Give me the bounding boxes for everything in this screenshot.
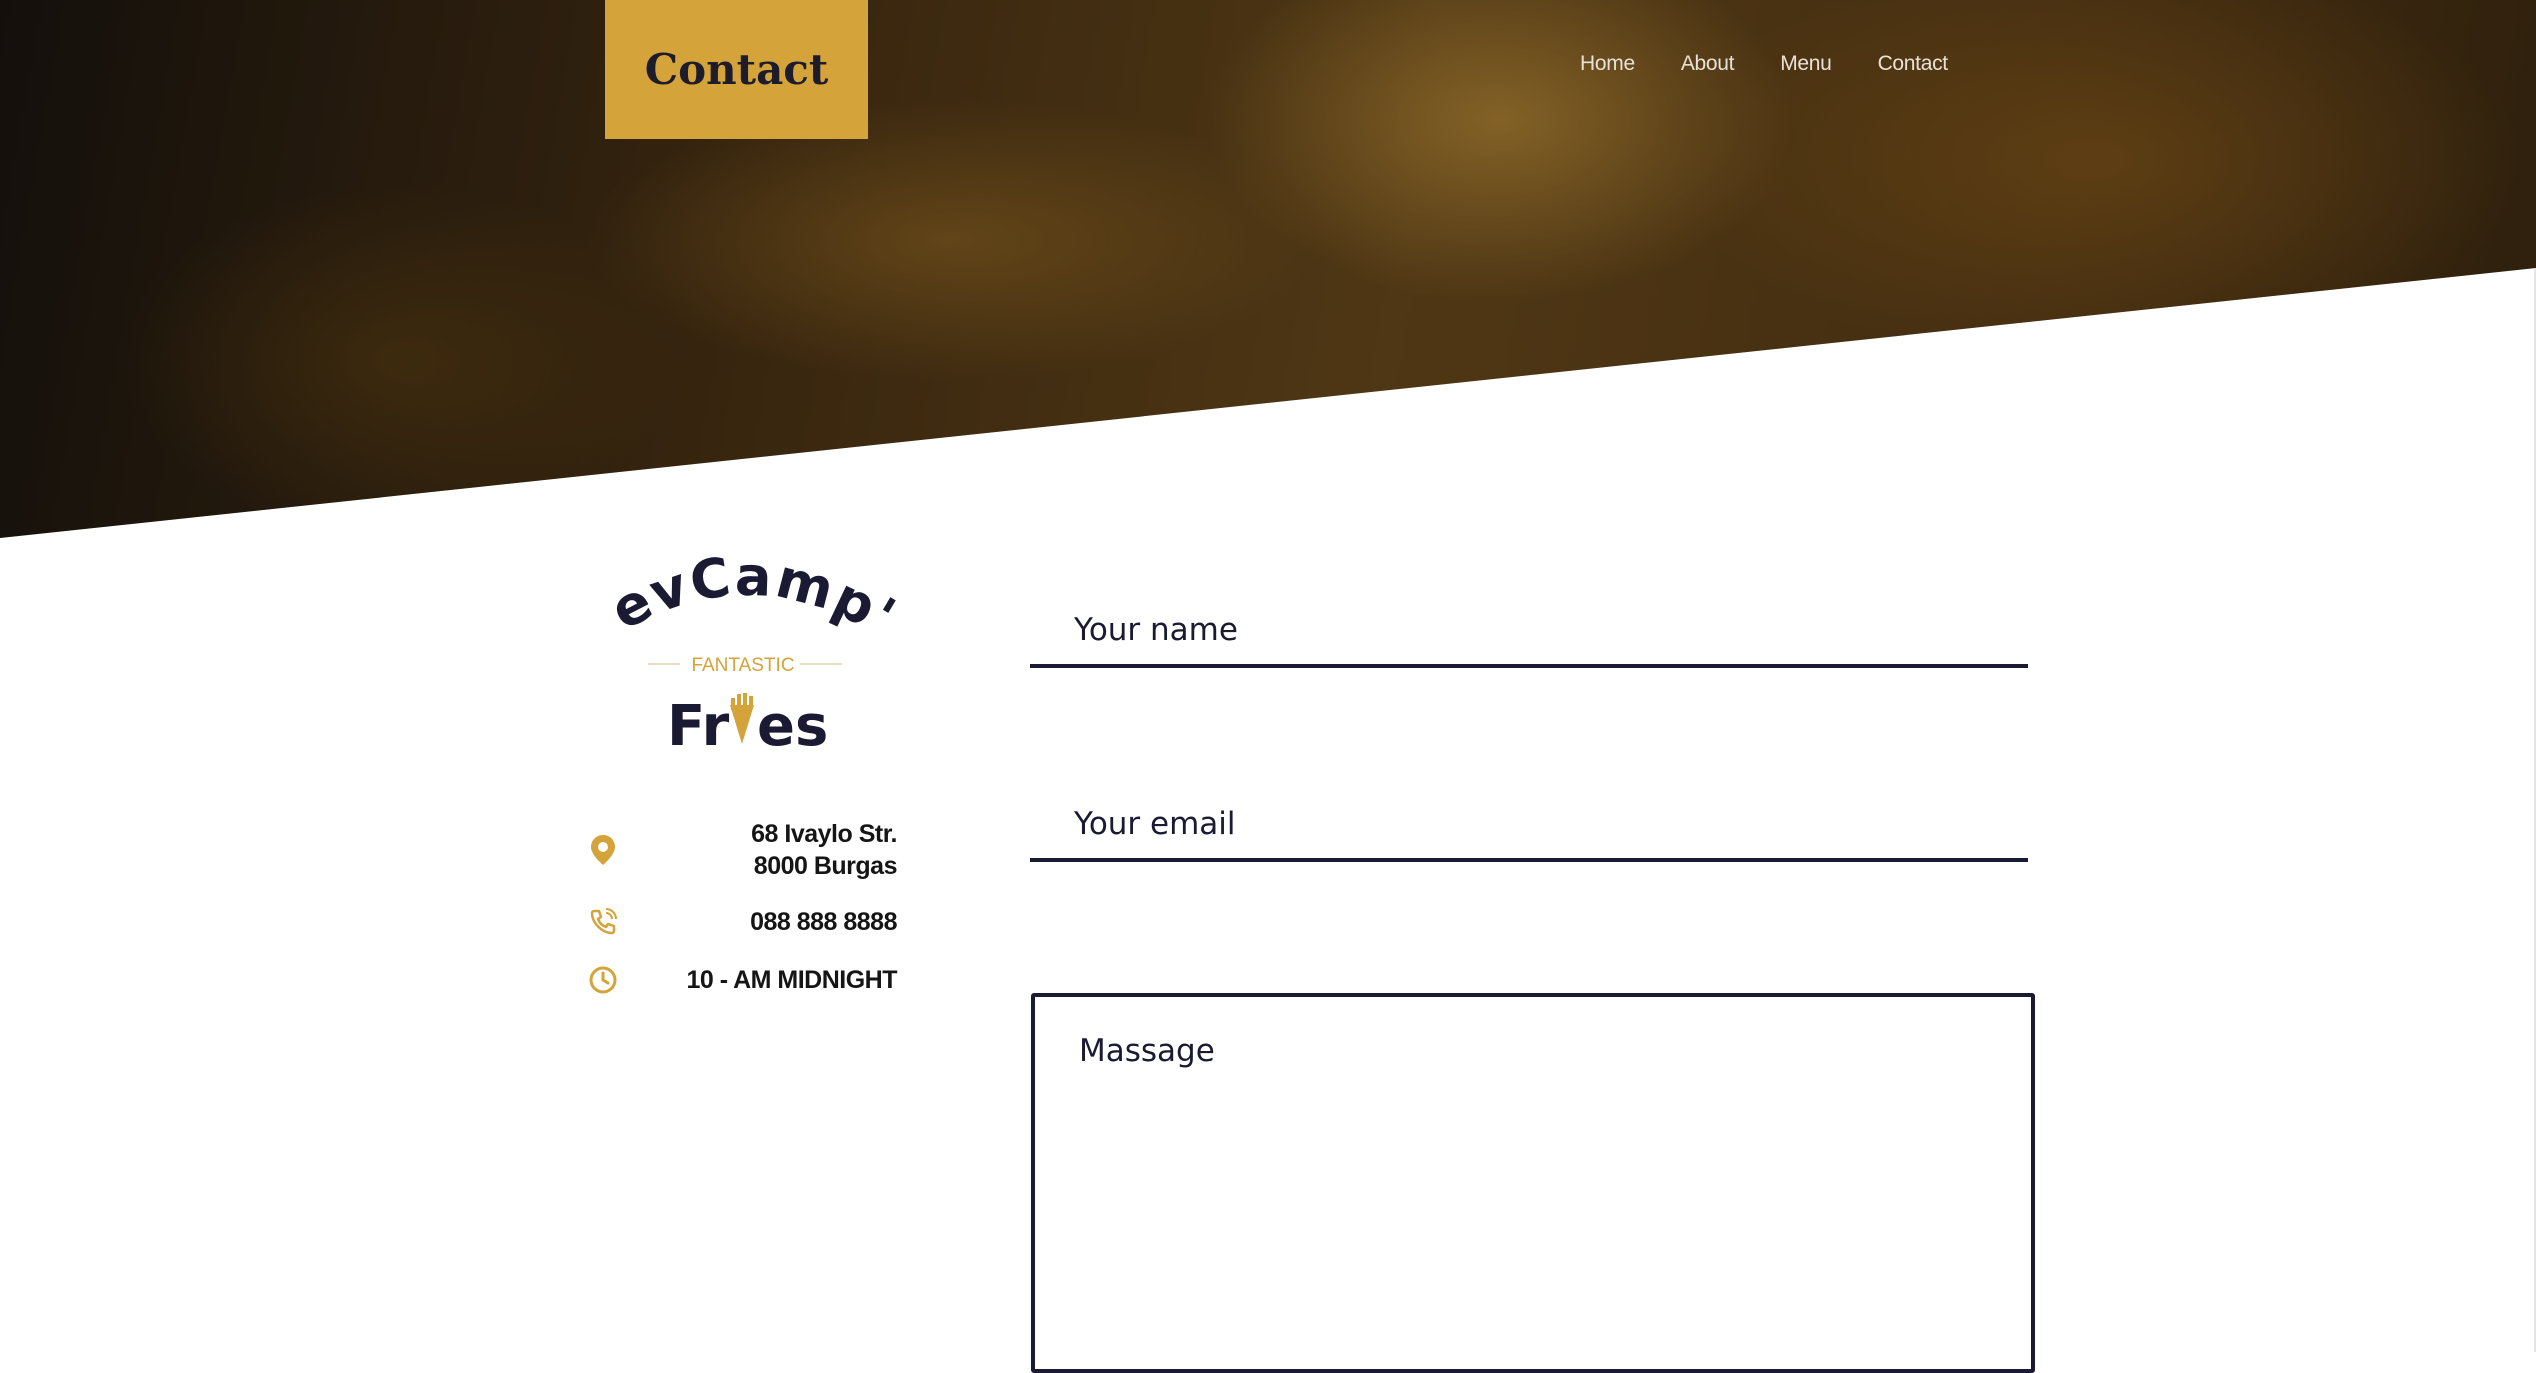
page-title: Contact [644, 45, 829, 94]
fries-icon [730, 693, 754, 744]
phone-text[interactable]: 088 888 8888 [750, 906, 897, 938]
phone-icon [585, 904, 621, 940]
nav-contact-link[interactable]: Contact [1878, 52, 1949, 76]
hours-row: 10 - AM MIDNIGHT [585, 962, 897, 998]
svg-text:DevCamp's: DevCamp's [590, 540, 900, 649]
hours-text: 10 - AM MIDNIGHT [686, 966, 897, 994]
devcamp-fries-logo: DevCamp's FANTASTIC Fr es [590, 540, 900, 759]
location-pin-icon [585, 832, 621, 868]
logo-line3-left: Fr [667, 694, 730, 759]
phone-row: 088 888 8888 [585, 904, 897, 940]
clock-icon [585, 962, 621, 998]
main-nav: Home About Menu Contact [1580, 52, 1948, 76]
name-input[interactable] [1030, 596, 2028, 668]
logo-line3-right: es [757, 694, 828, 759]
address-line1: 68 Ivaylo Str. [751, 820, 897, 848]
logo-line1: DevCamp's [590, 540, 900, 649]
hero-banner [0, 0, 2536, 538]
nav-menu-link[interactable]: Menu [1780, 52, 1832, 76]
email-input[interactable] [1030, 790, 2028, 862]
nav-about-link[interactable]: About [1681, 52, 1735, 76]
page-title-box: Contact [605, 0, 868, 139]
logo-line2: FANTASTIC [691, 655, 794, 676]
message-textarea[interactable] [1031, 993, 2035, 1373]
address-text: 68 Ivaylo Str. 8000 Burgas [751, 818, 897, 882]
nav-home-link[interactable]: Home [1580, 52, 1635, 76]
address-line2: 8000 Burgas [753, 852, 898, 880]
address-row: 68 Ivaylo Str. 8000 Burgas [585, 818, 897, 882]
